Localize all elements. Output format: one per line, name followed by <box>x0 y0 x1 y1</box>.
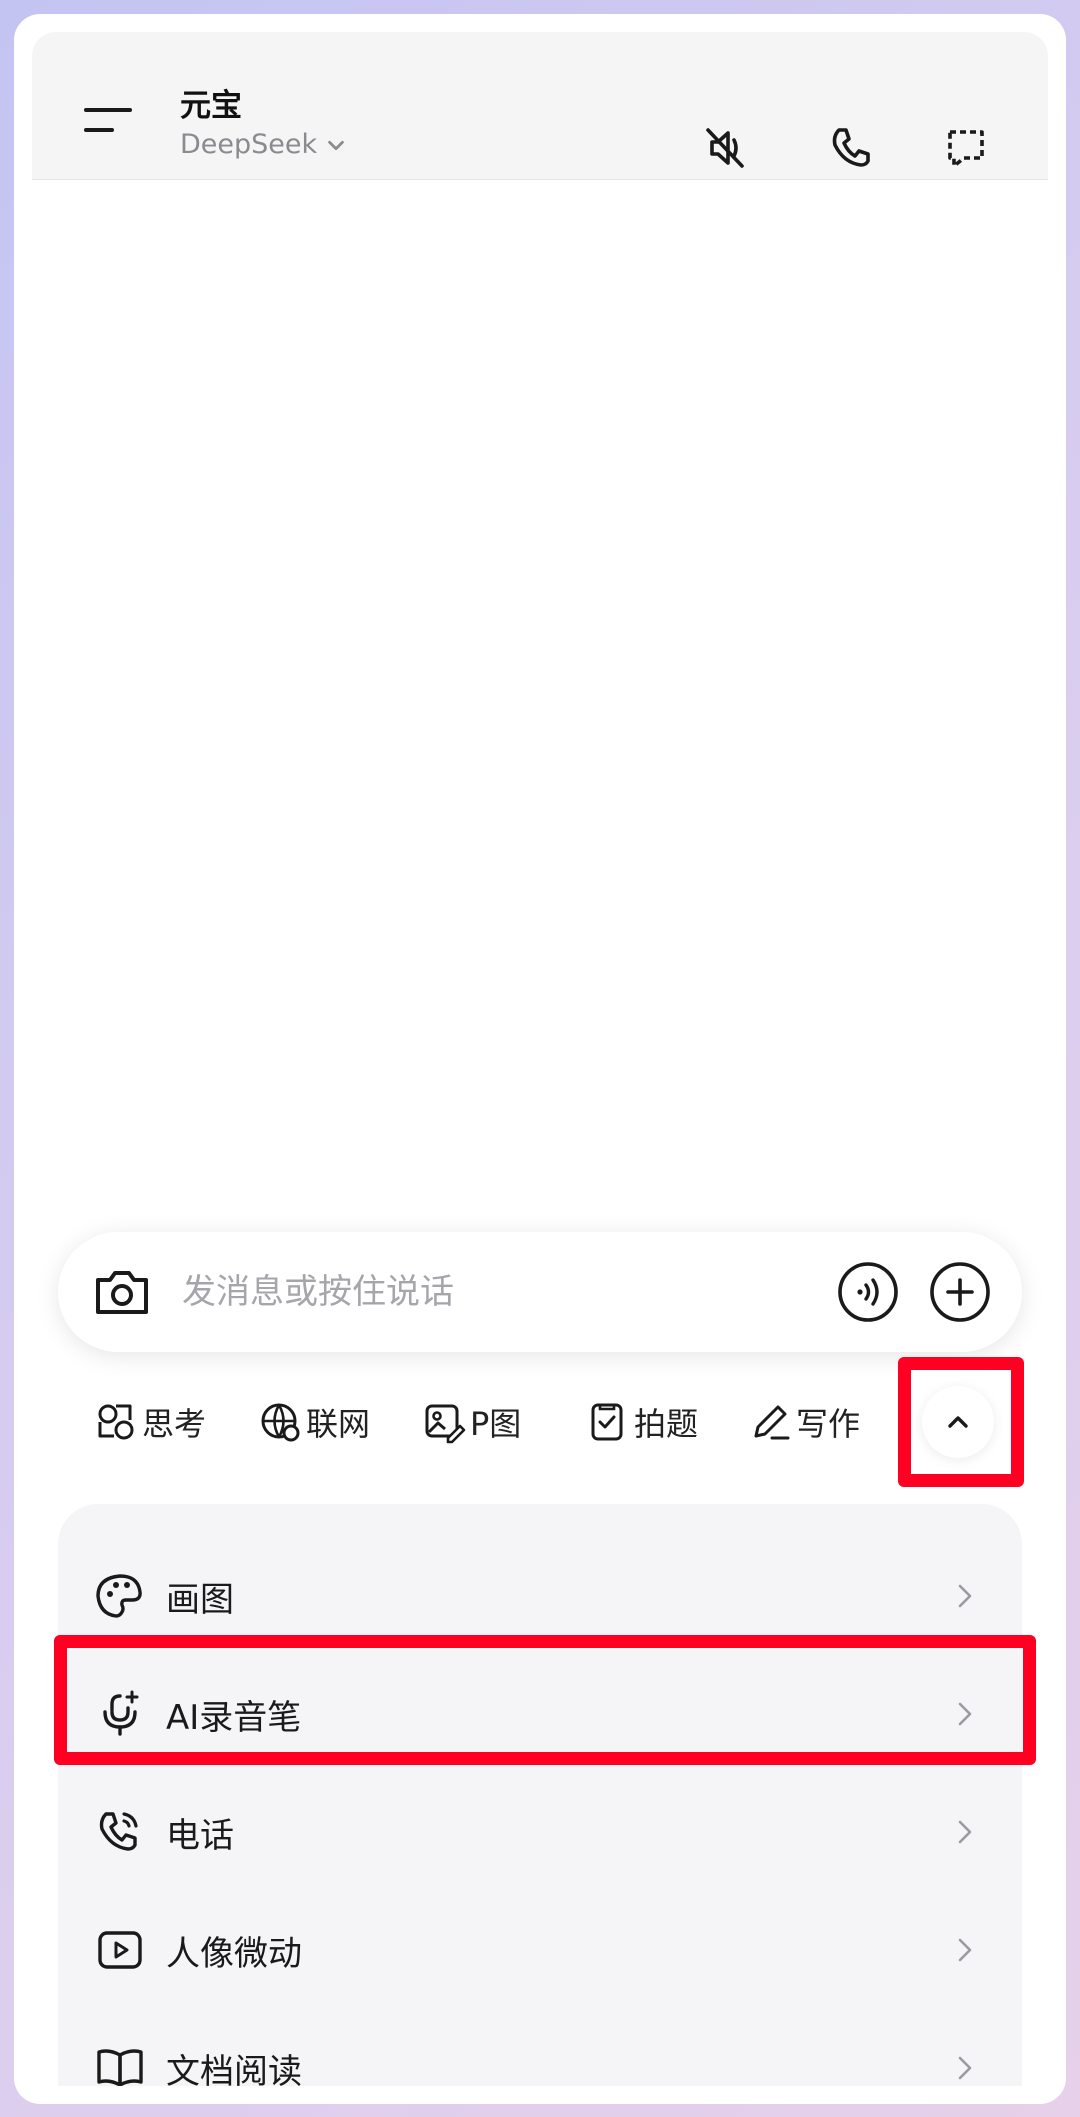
palette-icon <box>94 1570 146 1622</box>
image-edit-icon <box>425 1404 466 1444</box>
panel-item-label: 人像微动 <box>166 1933 302 1974</box>
book-icon <box>94 2042 146 2086</box>
scan-question-icon <box>591 1403 623 1441</box>
tool-label: 思考 <box>142 1405 207 1443</box>
panel-item-label: 电话 <box>166 1815 234 1856</box>
tool-image-edit[interactable]: P图 <box>422 1394 521 1450</box>
menu-icon[interactable] <box>84 102 140 142</box>
app-screen: 元宝 DeepSeek 发消息或按住说话 思考 联网 P图 拍题 写作 画图 A… <box>32 32 1048 2086</box>
tool-label: 写作 <box>796 1405 861 1443</box>
model-name: DeepSeek <box>180 129 318 160</box>
tool-writing[interactable]: 写作 <box>748 1394 860 1450</box>
chevron-right-icon <box>958 1938 972 1962</box>
think-icon <box>98 1404 134 1440</box>
video-play-icon <box>94 1924 146 1976</box>
globe-icon <box>261 1403 300 1442</box>
title-block[interactable]: 元宝 DeepSeek <box>180 86 347 162</box>
tool-label: 联网 <box>306 1405 371 1443</box>
camera-icon[interactable] <box>92 1264 152 1320</box>
panel-item-label: 文档阅读 <box>166 2051 302 2087</box>
panel-item-portrait-motion[interactable]: 人像微动 <box>58 1892 1022 2008</box>
chevron-right-icon <box>958 1820 972 1844</box>
new-chat-icon[interactable] <box>938 120 994 176</box>
quick-tools: 思考 联网 P图 拍题 写作 <box>32 1372 1048 1502</box>
app-title: 元宝 <box>180 88 242 124</box>
message-input-bar <box>58 1232 1022 1352</box>
panel-item-label: 画图 <box>166 1579 234 1620</box>
tool-scan-question[interactable]: 拍题 <box>586 1394 698 1450</box>
tool-web[interactable]: 联网 <box>258 1394 370 1450</box>
voice-call-icon[interactable] <box>836 1260 900 1324</box>
chevron-right-icon <box>958 2056 972 2080</box>
pen-icon <box>754 1405 790 1440</box>
tool-think[interactable]: 思考 <box>94 1394 206 1450</box>
tool-label: 拍题 <box>634 1405 699 1443</box>
more-tools-panel: 画图 AI录音笔 电话 人像微动 文档阅读 <box>58 1504 1022 2086</box>
panel-item-phone[interactable]: 电话 <box>58 1774 1022 1890</box>
highlight-box-ai-recorder <box>54 1635 1036 1765</box>
mute-icon[interactable] <box>696 120 752 176</box>
chevron-right-icon <box>958 1584 972 1608</box>
model-selector[interactable]: DeepSeek <box>180 128 347 162</box>
chevron-down-icon <box>328 140 344 151</box>
message-input[interactable] <box>182 1262 762 1322</box>
panel-item-doc-reading[interactable]: 文档阅读 <box>58 2010 1022 2086</box>
phone-icon[interactable] <box>822 120 878 176</box>
plus-icon[interactable] <box>928 1260 992 1324</box>
top-bar: 元宝 DeepSeek <box>32 32 1048 180</box>
highlight-box-collapse <box>898 1357 1024 1487</box>
phone-call-icon <box>94 1806 146 1858</box>
tool-label: P图 <box>470 1405 522 1443</box>
